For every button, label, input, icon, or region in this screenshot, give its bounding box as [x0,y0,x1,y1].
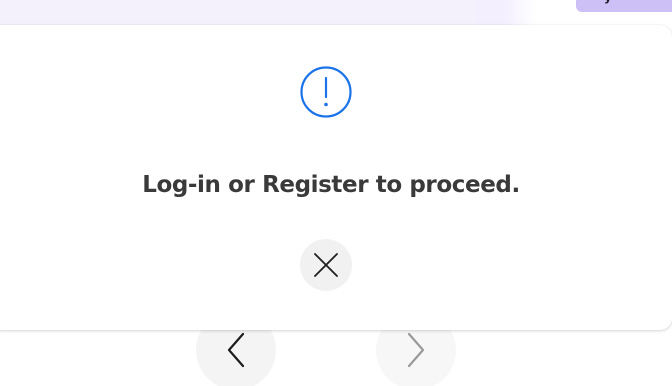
dialog-message: Log-in or Register to proceed. [142,172,520,198]
background-chip-button[interactable]: y [576,0,672,12]
page: y Log-in or Register to proceed. [0,0,672,386]
background-header-band [0,0,476,28]
chip-glyph: y [604,0,616,4]
close-icon [314,253,338,277]
chevron-left-icon [227,332,245,368]
alert-circle-icon [300,66,352,118]
login-required-dialog: Log-in or Register to proceed. [0,25,672,330]
close-button[interactable] [300,239,352,291]
chevron-right-icon [407,332,425,368]
background-scroll-strip [476,0,536,28]
